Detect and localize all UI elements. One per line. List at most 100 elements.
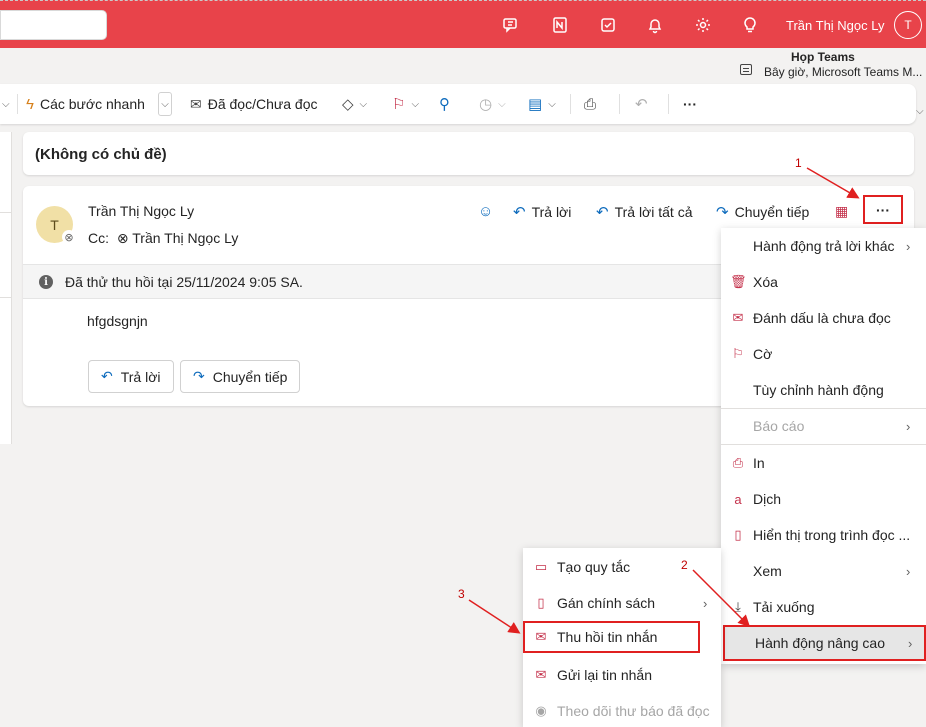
chevron-right-icon: › [906, 238, 911, 254]
forward-icon: ↷ [716, 204, 729, 221]
menu-item-other-reply-actions[interactable]: Hành động trả lời khác › [721, 228, 926, 264]
chevron-right-icon: › [906, 563, 911, 579]
sender-name[interactable]: Trần Thị Ngọc Ly [88, 203, 194, 219]
reply-all-action[interactable]: ↶ Trả lời tất cả [596, 203, 692, 221]
move-to-icon[interactable]: ▤ ⌵ [528, 84, 556, 124]
toolbar-divider [570, 94, 571, 114]
search-input[interactable] [0, 10, 107, 40]
tag-icon[interactable]: ◇ ⌵ [342, 84, 367, 124]
flag-icon: ⚐ [732, 346, 744, 361]
presence-badge-icon: ⊗ [62, 230, 76, 244]
submenu-item-recall-message[interactable]: ✉ Thu hồi tin nhắn [523, 621, 700, 653]
gear-icon[interactable] [692, 14, 714, 36]
recall-icon: ✉ [535, 629, 547, 644]
toolbar-more-button[interactable]: ··· [683, 84, 697, 124]
printer-icon: ⎙ [732, 455, 744, 470]
calendar-icon [740, 64, 752, 75]
more-actions-menu: Hành động trả lời khác › 🗑 Xóa ✉ Đánh dấ… [721, 228, 926, 664]
flag-icon[interactable]: ⚐ ⌵ [392, 84, 419, 124]
menu-item-label: In [753, 455, 765, 471]
read-unread-button[interactable]: ✉ Đã đọc/Chưa đọc [190, 84, 318, 124]
forward-action[interactable]: ↷ Chuyển tiếp [716, 203, 809, 221]
read-receipt-icon: ◉ [535, 703, 547, 718]
trash-icon: 🗑 [730, 274, 747, 289]
menu-item-advanced-actions[interactable]: Hành động nâng cao › [723, 625, 926, 661]
menu-item-customize-actions[interactable]: Tùy chỉnh hành động [721, 372, 926, 408]
reply-all-icon: ↶ [596, 204, 609, 221]
menu-item-mark-unread[interactable]: ✉ Đánh dấu là chưa đọc [721, 300, 926, 336]
annotation-step-2: 2 [681, 558, 688, 572]
submenu-item-assign-policy[interactable]: ▯ Gán chính sách › [523, 585, 721, 621]
menu-item-immersive-reader[interactable]: ▯ Hiển thị trong trình đọc ... [721, 517, 926, 553]
menu-item-label: Tải xuống [753, 599, 815, 615]
todo-icon[interactable] [597, 14, 619, 36]
arrow-step-3 [468, 599, 521, 634]
reply-icon: ↶ [513, 204, 526, 221]
menu-item-download[interactable]: ⤓ Tải xuống [721, 589, 926, 625]
subject-title: (Không có chủ đề) [35, 146, 167, 163]
reply-button[interactable]: ↶ Trả lời [88, 360, 174, 393]
info-icon: i [39, 275, 53, 289]
toolbar-divider [17, 94, 18, 114]
advanced-actions-submenu: ▭ Tạo quy tắc ▯ Gán chính sách › ✉ Thu h… [523, 548, 721, 727]
submenu-item-label: Theo dõi thư báo đã đọc [557, 703, 710, 719]
chevron-down-icon[interactable]: ⌵ [2, 84, 10, 124]
chevron-right-icon: › [703, 595, 708, 611]
pin-icon[interactable]: ⚲ [439, 84, 450, 124]
cc-label: Cc: [88, 230, 109, 246]
forward-button[interactable]: ↷ Chuyển tiếp [180, 360, 301, 393]
toolbar-divider [619, 94, 620, 114]
submenu-item-resend-message[interactable]: ✉ Gửi lại tin nhắn [523, 657, 721, 693]
cc-recipient-icon: ⊗ [116, 230, 129, 246]
more-actions-button[interactable]: ··· [863, 195, 903, 224]
submenu-item-label: Thu hồi tin nhắn [557, 629, 658, 645]
submenu-item-create-rule[interactable]: ▭ Tạo quy tắc [523, 549, 721, 585]
user-avatar[interactable]: T [894, 11, 922, 39]
forward-action-label: Chuyển tiếp [734, 204, 810, 220]
reply-button-label: Trả lời [120, 368, 161, 385]
menu-item-flag[interactable]: ⚐ Cờ [721, 336, 926, 372]
read-unread-label: Đã đọc/Chưa đọc [207, 96, 318, 112]
meeting-title[interactable]: Họp Teams [791, 50, 855, 64]
ribbon-toolbar: ⌵ ϟ Các bước nhanh ⌵ ✉ Đã đọc/Chưa đọc ◇… [0, 84, 916, 124]
meeting-subtitle[interactable]: Bây giờ, Microsoft Teams M... [764, 65, 922, 79]
chevron-right-icon: › [906, 418, 911, 434]
quick-steps-dropdown[interactable]: ⌵ [158, 92, 172, 116]
message-body: hfgdsgnjn [87, 313, 148, 329]
download-icon: ⤓ [735, 599, 741, 614]
cc-recipient[interactable]: Trần Thị Ngọc Ly [132, 230, 238, 246]
lightbulb-icon[interactable] [739, 14, 761, 36]
menu-item-translate[interactable]: a Dịch [721, 481, 926, 517]
menu-item-view[interactable]: Xem › [721, 553, 926, 589]
chevron-right-icon: › [908, 635, 913, 651]
toolbar-divider [668, 94, 669, 114]
menu-item-report: Báo cáo › [721, 408, 926, 444]
chevron-down-icon[interactable]: ⌵ [916, 106, 924, 117]
undo-icon[interactable]: ↶ [635, 84, 648, 124]
apps-icon[interactable]: ▦ [835, 203, 848, 220]
forward-button-label: Chuyển tiếp [212, 368, 288, 385]
onenote-icon[interactable] [549, 14, 571, 36]
message-list-pane[interactable] [0, 132, 12, 444]
lightning-icon: ϟ [26, 95, 34, 113]
reply-action[interactable]: ↶ Trả lời [513, 203, 571, 221]
emoji-icon[interactable]: ☺ [478, 203, 493, 220]
menu-item-label: Hiển thị trong trình đọc ... [753, 527, 911, 543]
user-name[interactable]: Trần Thị Ngọc Ly [786, 18, 885, 33]
submenu-item-label: Gán chính sách [557, 595, 656, 611]
teams-chat-icon[interactable] [500, 14, 522, 36]
menu-item-print[interactable]: ⎙ In [721, 445, 926, 481]
quick-steps-label: Các bước nhanh [39, 96, 145, 112]
top-header-bar: Trần Thị Ngọc Ly T [0, 0, 926, 48]
bell-icon[interactable] [644, 14, 666, 36]
annotation-step-1: 1 [795, 156, 802, 170]
recall-info-text: Đã thử thu hồi tại 25/11/2024 9:05 SA. [65, 274, 303, 290]
menu-item-label: Báo cáo [753, 418, 805, 434]
quick-steps-button[interactable]: ϟ Các bước nhanh [26, 84, 145, 124]
submenu-item-label: Gửi lại tin nhắn [557, 667, 652, 683]
snooze-icon[interactable]: ◷ ⌵ [479, 84, 506, 124]
cc-line: Cc: ⊗ Trần Thị Ngọc Ly [88, 230, 238, 247]
printer-icon[interactable]: ⎙ [584, 84, 596, 124]
submenu-item-label: Tạo quy tắc [557, 559, 631, 575]
menu-item-delete[interactable]: 🗑 Xóa [721, 264, 926, 300]
